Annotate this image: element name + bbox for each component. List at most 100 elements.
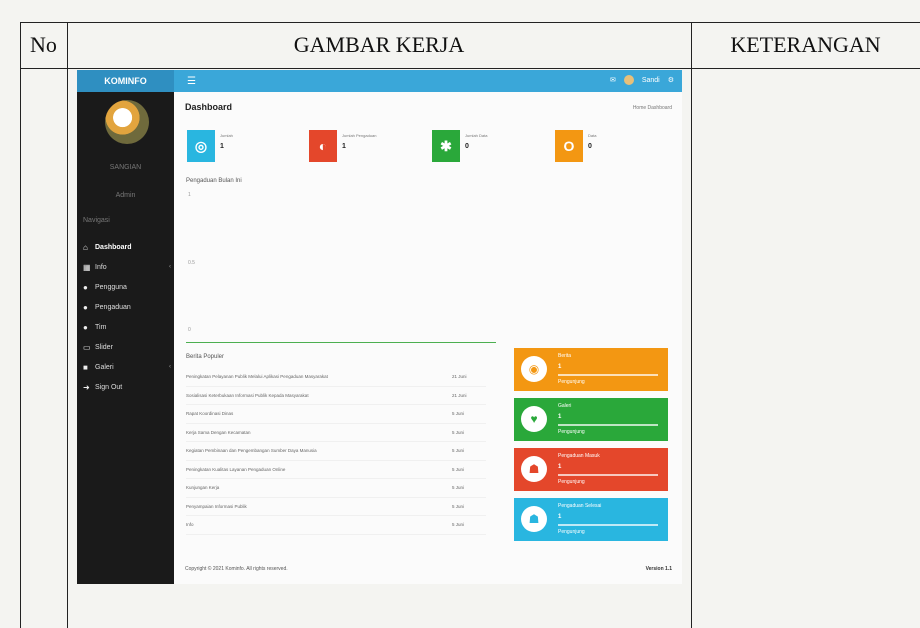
table-row[interactable]: Kerja Sama Dengan Kecamatan 5 Juni: [186, 424, 486, 442]
sidebar-item-signout[interactable]: ➜ Sign Out: [83, 377, 171, 397]
row-title: Penyampaian Informasi Publik: [186, 503, 247, 509]
sidebar-item-label: Slider: [95, 343, 113, 351]
stat-icon: ◎: [187, 130, 215, 162]
stat-count: 1: [342, 143, 346, 150]
info-card[interactable]: ◉ Berita 1 Pengunjung: [514, 348, 668, 391]
chart-tick: 0.5: [188, 260, 195, 266]
gear-icon[interactable]: ⚙: [668, 76, 674, 84]
home-icon: ⌂: [83, 242, 88, 252]
table-row[interactable]: Peningkatan Kualitas Layanan Pengaduan O…: [186, 461, 486, 479]
sidebar-item-label: Tim: [95, 323, 107, 331]
card-icon: ◉: [521, 356, 547, 382]
info-card[interactable]: ☗ Pengaduan Masuk 1 Pengunjung: [514, 448, 668, 491]
bars-icon[interactable]: ☰: [187, 76, 196, 87]
user-avatar-small[interactable]: [623, 75, 634, 85]
row-title: Peningkatan Pelayanan Publik Melalui Apl…: [186, 374, 328, 380]
table-title: Berita Populer: [186, 354, 225, 360]
row-date: 21 Juni: [452, 374, 467, 380]
stat-icon: ✱: [432, 130, 460, 162]
row-date: 21 Juni: [452, 392, 467, 398]
table-row[interactable]: Kegiatan Pembinaan dan Pengembangan Sumb…: [186, 442, 486, 461]
stat-count: 0: [588, 143, 592, 150]
row-title: Rapat Koordinasi Dinas: [186, 411, 234, 417]
header-gambar-kerja: GAMBAR KERJA: [293, 32, 465, 57]
card-subtitle: Pengunjung: [558, 529, 585, 535]
card-count: 1: [558, 364, 562, 370]
sidebar-item-label: Dashboard: [95, 243, 132, 251]
users-icon: ●: [83, 302, 88, 312]
row-date: 5 Juni: [452, 522, 465, 528]
sidebar-item-pengaduan[interactable]: ● Pengaduan: [83, 297, 171, 317]
card-title: Pengaduan Selesai: [558, 503, 602, 509]
page-title: Dashboard: [185, 102, 233, 112]
sidebar-user-role: Admin: [115, 192, 136, 199]
sidebar-item-pengguna[interactable]: ● Pengguna: [83, 277, 171, 297]
sidebar-menu: ⌂ Dashboard ▦ Info ‹ ● Pengguna ● Pengaduan ●…: [83, 237, 171, 397]
main-content: Dashboard Home Dashboard ◎ Jumlah 1 ◐ Ju…: [174, 92, 682, 584]
stat-label: Jumlah Data: [465, 133, 488, 138]
sidebar-section-label: Navigasi: [83, 217, 110, 224]
table-row[interactable]: Kunjungan Kerja 5 Juni: [186, 479, 486, 498]
card-icon: ☗: [521, 506, 547, 532]
row-date: 5 Juni: [452, 429, 465, 435]
row-title: Info: [186, 522, 194, 528]
navbar-right: ✉ Sandi ⚙: [610, 75, 674, 85]
card-title: Pengaduan Masuk: [558, 453, 600, 459]
signout-icon: ➜: [83, 382, 90, 392]
app-logo[interactable]: KOMINFO: [77, 70, 174, 92]
sidebar: SANGIAN Admin Navigasi ⌂ Dashboard ▦ Info ‹…: [77, 92, 174, 584]
footer-version: Version 1.1: [645, 566, 672, 572]
card-progress: [558, 474, 658, 476]
sidebar-item-galeri[interactable]: ■ Galeri ‹: [83, 357, 171, 377]
image-icon: ▭: [83, 342, 91, 352]
stat-count: 1: [220, 143, 224, 150]
table-row[interactable]: Rapat Koordinasi Dinas 5 Juni: [186, 405, 486, 424]
card-title: Berita: [558, 353, 572, 359]
sidebar-item-label: Pengaduan: [95, 303, 131, 311]
sidebar-item-slider[interactable]: ▭ Slider: [83, 337, 171, 357]
col-border-gambar: [691, 22, 692, 628]
popular-news-table: Peningkatan Pelayanan Publik Melalui Apl…: [186, 368, 486, 535]
table-row[interactable]: Sosialisasi Keterbukaan Informasi Publik…: [186, 387, 486, 405]
sidebar-item-info[interactable]: ▦ Info ‹: [83, 257, 171, 277]
stat-count: 0: [465, 143, 469, 150]
table-row[interactable]: Info 5 Juni: [186, 516, 486, 535]
stat-label: Data: [588, 133, 597, 138]
table-row[interactable]: Penyampaian Informasi Publik 5 Juni: [186, 498, 486, 516]
row-title: Sosialisasi Keterbukaan Informasi Publik…: [186, 392, 309, 398]
header-no: No: [30, 32, 57, 57]
row-title: Kegiatan Pembinaan dan Pengembangan Sumb…: [186, 448, 317, 454]
header-bottom-border: [20, 68, 920, 69]
info-card[interactable]: ☗ Pengaduan Selesai 1 Pengunjung: [514, 498, 668, 541]
chart-tick: 1: [188, 192, 191, 198]
breadcrumb[interactable]: Home Dashboard: [633, 105, 672, 111]
table-row[interactable]: Peningkatan Pelayanan Publik Melalui Apl…: [186, 368, 486, 387]
card-progress: [558, 524, 658, 526]
card-subtitle: Pengunjung: [558, 379, 585, 385]
col-border-left: [20, 22, 21, 628]
sidebar-item-label: Info: [95, 263, 107, 271]
stat-icon: O: [555, 130, 583, 162]
user-icon: ●: [83, 322, 88, 332]
dashboard-screenshot: KOMINFO ☰ ✉ Sandi ⚙ SANGIAN Admin Naviga…: [77, 70, 682, 584]
complaints-chart: 1 0.5 0: [186, 192, 496, 343]
sidebar-item-label: Pengguna: [95, 283, 127, 291]
info-card[interactable]: ♥ Galeri 1 Pengunjung: [514, 398, 668, 441]
stat-box: ◐ Jumlah Pengaduan 1: [309, 130, 419, 162]
chevron-left-icon: ‹: [169, 364, 171, 370]
sidebar-item-label: Galeri: [95, 363, 114, 371]
card-count: 1: [558, 464, 562, 470]
stat-box: ◎ Jumlah 1: [187, 130, 297, 162]
navbar-username[interactable]: Sandi: [642, 77, 660, 84]
camera-icon: ■: [83, 362, 88, 372]
notification-icon[interactable]: ✉: [610, 76, 616, 84]
row-title: Kunjungan Kerja: [186, 485, 220, 491]
header-keterangan: KETERANGAN: [730, 32, 881, 57]
row-date: 5 Juni: [452, 485, 465, 491]
row-title: Kerja Sama Dengan Kecamatan: [186, 429, 251, 435]
sidebar-item-dashboard[interactable]: ⌂ Dashboard: [83, 237, 171, 257]
sidebar-item-tim[interactable]: ● Tim: [83, 317, 171, 337]
row-date: 5 Juni: [452, 448, 465, 454]
work-sheet: No GAMBAR KERJA KETERANGAN KOMINFO ☰ ✉ S…: [0, 0, 920, 628]
card-subtitle: Pengunjung: [558, 429, 585, 435]
